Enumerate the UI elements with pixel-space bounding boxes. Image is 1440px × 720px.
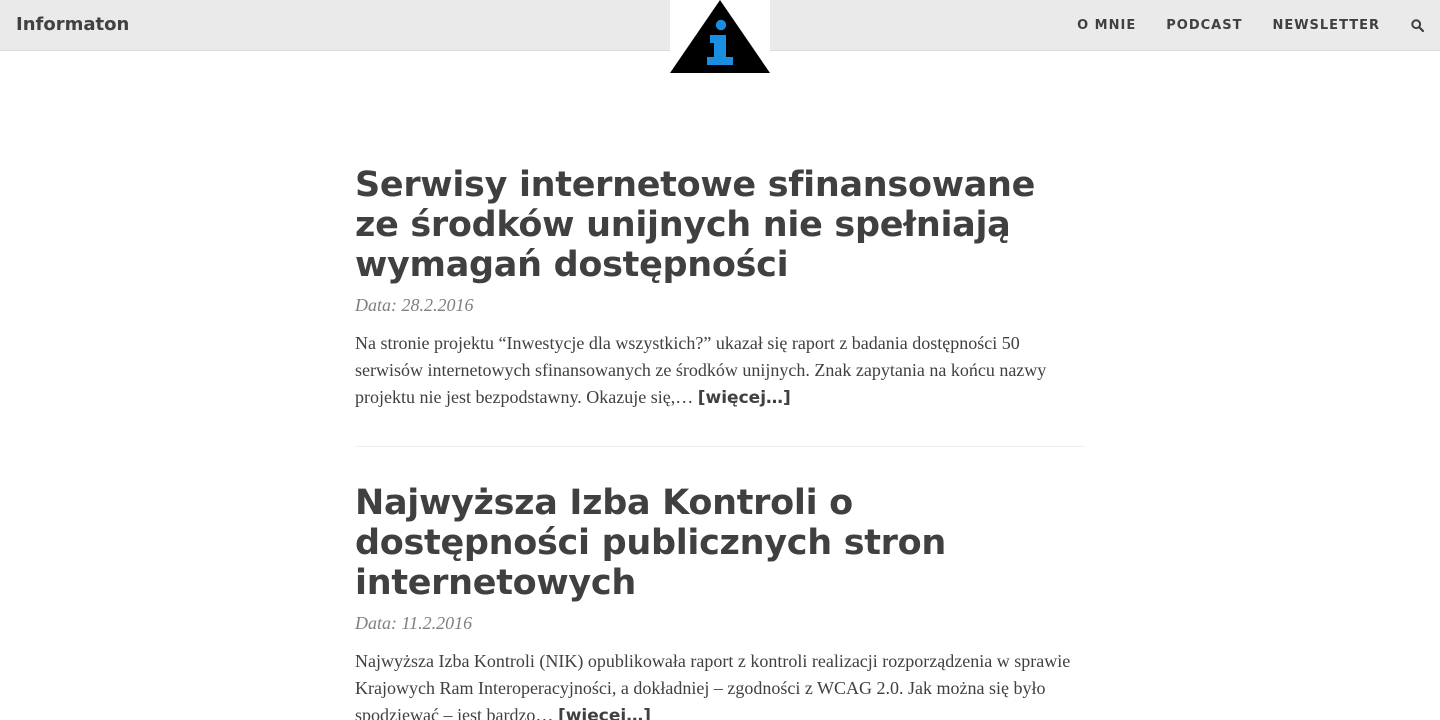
post-list: Serwisy internetowe sfinansowane ze środ… [355, 165, 1085, 720]
nav-link-newsletter[interactable]: NEWSLETTER [1272, 18, 1380, 34]
post-date: Data: 28.2.2016 [355, 295, 474, 315]
site-logo[interactable] [670, 0, 770, 75]
read-more-link[interactable]: [więcej…] [558, 706, 651, 720]
read-more-link[interactable]: [więcej…] [698, 388, 791, 408]
post-date: Data: 11.2.2016 [355, 613, 473, 633]
post-excerpt: Na stronie projektu “Inwestycje dla wszy… [355, 330, 1085, 412]
post-excerpt-text: Najwyższa Izba Kontroli (NIK) opublikowa… [355, 651, 1071, 720]
post-preview: Serwisy internetowe sfinansowane ze środ… [355, 165, 1085, 412]
site-brand-link[interactable]: Informaton [16, 14, 129, 36]
search-icon[interactable] [1410, 19, 1424, 33]
post-excerpt: Najwyższa Izba Kontroli (NIK) opublikowa… [355, 648, 1085, 720]
post-preview: Najwyższa Izba Kontroli o dostępności pu… [355, 483, 1085, 720]
post-divider [355, 446, 1085, 447]
post-title-link[interactable]: Serwisy internetowe sfinansowane ze środ… [355, 165, 1085, 285]
nav-links: O MNIE PODCAST NEWSLETTER [1077, 0, 1440, 51]
nav-link-o-mnie[interactable]: O MNIE [1077, 18, 1136, 34]
post-title-link[interactable]: Najwyższa Izba Kontroli o dostępności pu… [355, 483, 1085, 603]
nav-link-podcast[interactable]: PODCAST [1166, 18, 1242, 34]
info-triangle-logo-icon [670, 0, 770, 73]
